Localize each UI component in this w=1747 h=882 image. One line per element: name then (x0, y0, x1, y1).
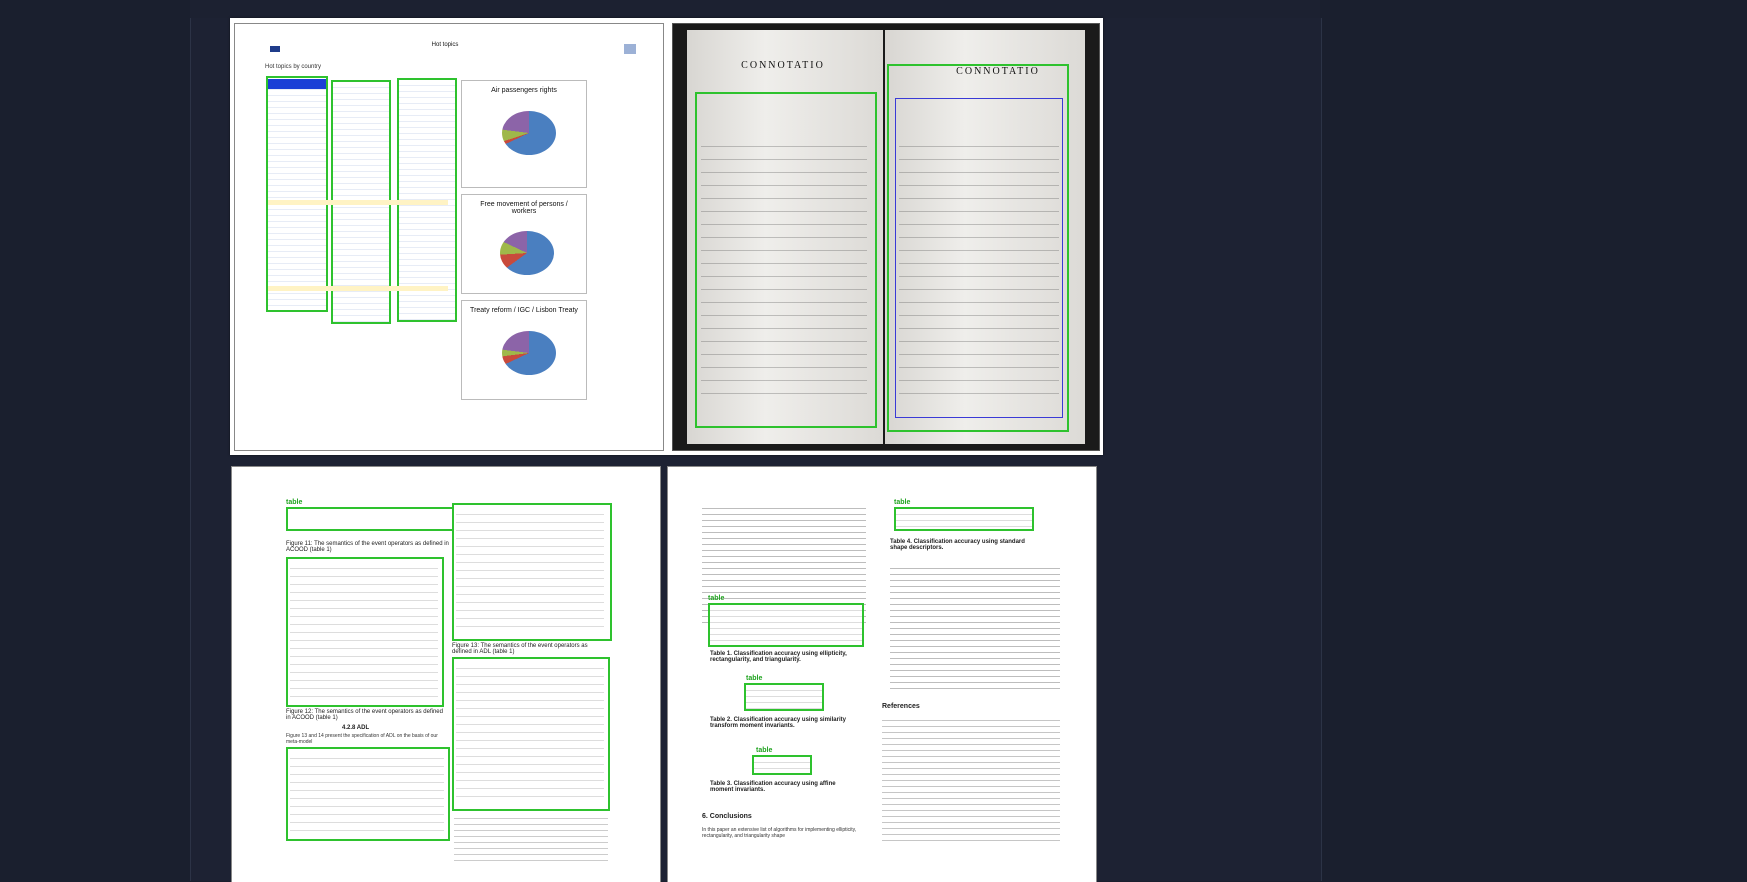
handwriting-area (701, 134, 867, 404)
detected-label: table (286, 499, 303, 506)
detected-table (286, 507, 454, 531)
detected-label: table (708, 595, 725, 602)
detected-table (752, 755, 812, 775)
table-rows (456, 661, 604, 803)
references-heading: References (882, 703, 920, 710)
table-rows (290, 561, 438, 699)
table-caption: Table 3. Classification accuracy using a… (710, 781, 836, 793)
figure-caption: Figure 13: The semantics of the event op… (452, 643, 588, 655)
page-classification-accuracy[interactable]: table Table 1. Classification accuracy u… (667, 466, 1097, 882)
chart-title: Free movement of persons / workers (480, 201, 568, 215)
paragraph: In this paper an extensive list of algor… (702, 827, 857, 839)
detected-label: table (746, 675, 763, 682)
viewer-toolbar (190, 0, 1320, 19)
chart-panel: Air passengers rights (461, 80, 587, 188)
chart-panel: Free movement of persons / workers (461, 194, 587, 294)
body-text (890, 563, 1060, 693)
detected-table (894, 507, 1034, 531)
handwriting-area (899, 134, 1059, 404)
highlight-row (268, 286, 448, 291)
chart-title: Air passengers rights (491, 87, 557, 94)
chart-title: Treaty reform / IGC / Lisbon Treaty (470, 307, 578, 314)
pie-chart (502, 331, 556, 375)
table-caption: Table 1. Classification accuracy using e… (710, 651, 847, 663)
paragraph: Figure 13 and 14 present the specificati… (286, 733, 438, 745)
detected-label: table (894, 499, 911, 506)
register-heading-left: CONNOTATIO (741, 60, 825, 71)
pie-chart (502, 111, 556, 155)
figure-caption: Figure 11: The semantics of the event op… (286, 541, 449, 553)
references-list (882, 715, 1060, 845)
detected-table (708, 603, 864, 647)
chart-panel: Treaty reform / IGC / Lisbon Treaty (461, 300, 587, 400)
page-title: Hot topics (431, 42, 459, 48)
table-rows (290, 751, 444, 833)
logo (624, 44, 636, 54)
section-heading: 6. Conclusions (702, 813, 752, 820)
table-caption: Table 2. Classification accuracy using s… (710, 717, 846, 729)
pie-chart (500, 231, 554, 275)
detected-table (744, 683, 824, 711)
page-hot-topics[interactable]: Hot topics Hot topics by country Air pas… (234, 23, 664, 451)
table-header (268, 79, 326, 89)
detected-label: table (756, 747, 773, 754)
section-heading: 4.2.8 ADL (342, 725, 370, 731)
figure-caption: Figure 12: The semantics of the event op… (286, 709, 443, 721)
detected-table-1 (266, 76, 328, 312)
table-caption: Table 4. Classification accuracy using s… (890, 539, 1025, 551)
page-event-operators[interactable]: table Figure 11: The semantics of the ev… (231, 466, 661, 882)
page-register-scan[interactable]: CONNOTATIO CONNOTATIO (672, 23, 1100, 451)
highlight-row (268, 200, 448, 205)
table-rows (456, 507, 604, 633)
page-subtitle: Hot topics by country (265, 64, 322, 70)
footnotes (454, 813, 608, 863)
logo (270, 46, 280, 52)
